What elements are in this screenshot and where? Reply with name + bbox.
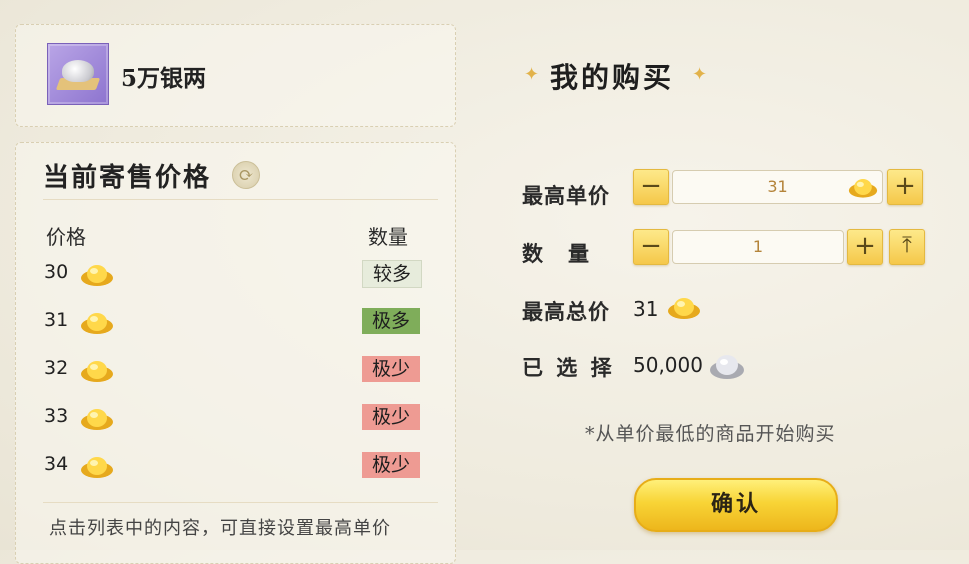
row-price: 32 bbox=[44, 357, 69, 379]
price-row[interactable]: 34 极少 bbox=[44, 450, 424, 482]
gold-ingot-icon bbox=[81, 313, 113, 334]
quantity-plus-button[interactable]: + bbox=[847, 229, 883, 265]
panel-title: 当前寄售价格 bbox=[43, 163, 212, 193]
item-card: 5万银两 bbox=[15, 24, 456, 127]
quantity-input[interactable]: 1 bbox=[672, 230, 844, 264]
refresh-icon[interactable]: ⟳ bbox=[232, 161, 260, 189]
item-name: 5万银两 bbox=[121, 65, 207, 92]
footer-tip: 点击列表中的内容，可直接设置最高单价 bbox=[49, 518, 391, 539]
total-price-label: 最高总价 bbox=[522, 299, 610, 324]
quantity-badge: 极少 bbox=[362, 404, 420, 430]
divider bbox=[43, 199, 438, 200]
gold-ingot-icon bbox=[81, 265, 113, 286]
max-price-label: 最高单价 bbox=[522, 183, 610, 208]
gold-ingot-icon bbox=[668, 298, 700, 319]
quantity-minus-button[interactable]: − bbox=[633, 229, 669, 265]
confirm-button[interactable]: 确认 bbox=[634, 478, 838, 532]
star-ornament-icon: ✦ bbox=[692, 64, 708, 85]
row-price: 34 bbox=[44, 453, 69, 475]
row-price: 33 bbox=[44, 405, 69, 427]
max-price-value: 31 bbox=[767, 177, 788, 196]
row-price: 30 bbox=[44, 261, 69, 283]
gold-ingot-icon bbox=[81, 457, 113, 478]
max-price-plus-button[interactable]: + bbox=[887, 169, 923, 205]
price-row[interactable]: 33 极少 bbox=[44, 402, 424, 434]
quantity-label: 数 量 bbox=[522, 241, 591, 266]
purchase-note: *从单价最低的商品开始购买 bbox=[585, 423, 836, 445]
max-price-minus-button[interactable]: − bbox=[633, 169, 669, 205]
divider bbox=[43, 502, 438, 503]
silver-ingot-icon bbox=[710, 355, 744, 379]
gold-ingot-icon bbox=[848, 179, 878, 198]
quantity-badge: 较多 bbox=[362, 260, 422, 288]
price-list-panel: 当前寄售价格 ⟳ 价格 数量 30 较多 31 极多 32 极少 33 极少 3… bbox=[15, 142, 456, 564]
quantity-badge: 极多 bbox=[362, 308, 420, 334]
gold-ingot-icon bbox=[81, 409, 113, 430]
max-price-input[interactable]: 31 bbox=[672, 170, 883, 204]
selected-value: 50,000 bbox=[633, 353, 703, 377]
column-header-quantity: 数量 bbox=[368, 225, 408, 249]
total-price-value: 31 bbox=[633, 297, 659, 321]
price-row[interactable]: 32 极少 bbox=[44, 354, 424, 386]
quantity-badge: 极少 bbox=[362, 452, 420, 478]
gold-ingot-icon bbox=[81, 361, 113, 382]
column-header-price: 价格 bbox=[46, 225, 86, 249]
price-row[interactable]: 31 极多 bbox=[44, 306, 424, 338]
quantity-badge: 极少 bbox=[362, 356, 420, 382]
price-row[interactable]: 30 较多 bbox=[44, 258, 424, 290]
quantity-max-button[interactable]: ⤒ bbox=[889, 229, 925, 265]
purchase-title: 我的购买 bbox=[550, 61, 675, 94]
selected-label: 已 选 择 bbox=[522, 355, 615, 380]
silver-ingot-icon[interactable] bbox=[47, 43, 109, 105]
row-price: 31 bbox=[44, 309, 69, 331]
star-ornament-icon: ✦ bbox=[524, 64, 540, 85]
